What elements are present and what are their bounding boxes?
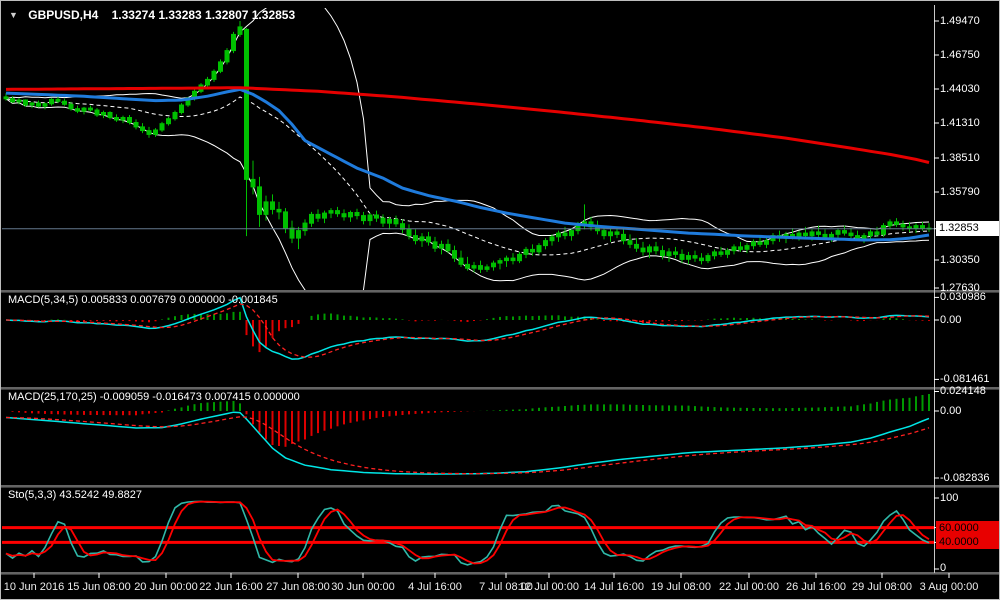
time-axis-label: 29 Jul 08:00 [852,581,912,593]
time-axis-label: 30 Jun 00:00 [331,581,395,593]
current-price-label: 1.32853 [936,221,1000,236]
macd2-line [6,412,929,474]
time-axis-label: 20 Jun 00:00 [134,581,198,593]
time-axis-label: 26 Jul 16:00 [786,581,846,593]
collapse-icon[interactable]: ▼ [9,10,18,20]
time-axis-label: 22 Jun 16:00 [199,581,263,593]
mt4-chart-window: ▼ GBPUSD,H4 1.33274 1.33283 1.32807 1.32… [0,0,1000,600]
macd2-signal-line [6,417,929,474]
candlestick-series [4,21,931,273]
bollinger-middle-line [6,97,929,255]
ohlc-values: 1.33274 1.33283 1.32807 1.32853 [112,8,296,22]
price-axis-label: 1.44030 [940,83,980,96]
price-axis-label: 1.35790 [940,186,980,199]
sto-k-line [6,501,929,565]
price-axis-label: 1.41310 [940,117,980,130]
sto-d-line [6,502,929,564]
macd1-signal-line [6,304,929,357]
time-axis-label: 15 Jun 08:00 [67,581,131,593]
time-axis-label: 22 Jul 00:00 [719,581,779,593]
time-axis-label: 12 Jul 00:00 [519,581,579,593]
sto-axis-label: 100 [940,492,958,505]
time-axis-label: 10 Jun 2016 [4,581,65,593]
chart-title: ▼ GBPUSD,H4 1.33274 1.33283 1.32807 1.32… [9,8,295,22]
price-axis-label: 1.46750 [940,49,980,62]
time-axis-label: 3 Aug 00:00 [920,581,979,593]
sto-level-badge: 40.0000 [936,535,1000,549]
price-axis-label: 1.49470 [940,15,980,28]
macd2-axis-label: 0.00 [940,405,961,418]
time-axis-label: 4 Jul 16:00 [408,581,462,593]
macd2-axis-label: -0.082836 [940,472,990,485]
symbol-period-label: GBPUSD,H4 [28,8,98,22]
price-axis-label: 1.30350 [940,254,980,267]
macd1-axis-label: 0.00 [940,314,961,327]
macd1-line [6,298,929,360]
sto-level-badge: 60.0000 [936,521,1000,535]
macd1-label: MACD(5,34,5) 0.005833 0.007679 0.000000 … [8,294,278,306]
macd2-label: MACD(25,170,25) -0.009059 -0.016473 0.00… [8,391,300,403]
sto-label: Sto(5,3,3) 43.5242 49.8827 [8,489,142,501]
sto-axis-label: 0 [940,562,946,575]
ma-fast-line [6,89,929,240]
bollinger-lower-line [6,99,929,318]
time-axis-label: 27 Jun 08:00 [266,581,330,593]
macd1-axis-label: 0.030986 [940,291,986,304]
price-axis-label: 1.38510 [940,152,980,165]
time-axis-label: 14 Jul 16:00 [584,581,644,593]
macd1-axis-label: -0.081461 [940,373,990,386]
macd2-axis-label: 0.024148 [940,385,986,398]
time-axis-label: 19 Jul 08:00 [651,581,711,593]
